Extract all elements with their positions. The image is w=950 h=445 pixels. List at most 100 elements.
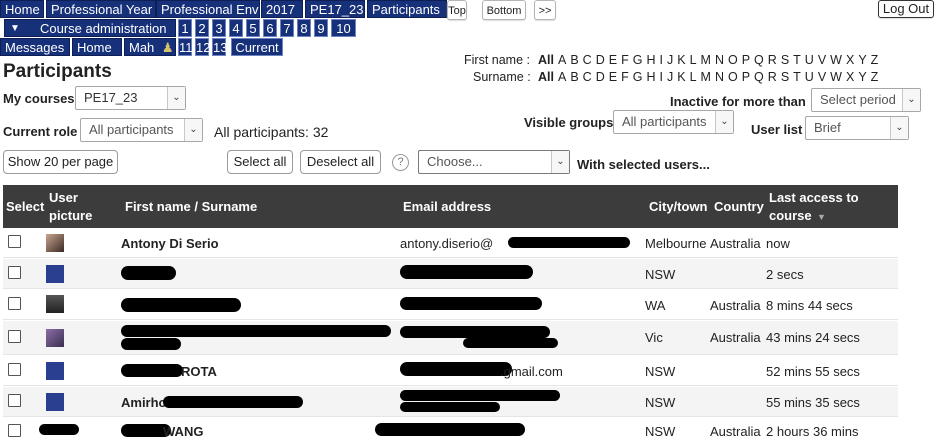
alphabet-letter-x[interactable]: X (846, 53, 854, 67)
alphabet-letter-l[interactable]: L (690, 53, 697, 67)
inactive-period-select[interactable]: Select period ⌄ (811, 88, 921, 112)
alphabet-letter-u[interactable]: U (805, 70, 814, 84)
row-checkbox[interactable] (8, 424, 21, 437)
col-country[interactable]: Country (714, 198, 764, 215)
alphabet-letter-u[interactable]: U (805, 53, 814, 67)
user-email[interactable]: .gmail.com (500, 364, 563, 379)
user-avatar[interactable] (46, 329, 64, 347)
course-num-3[interactable]: 3 (212, 19, 226, 37)
alphabet-letter-h[interactable]: H (646, 53, 655, 67)
show-per-page-button[interactable]: Show 20 per page (3, 150, 118, 174)
alphabet-letter-g[interactable]: G (633, 53, 643, 67)
col-last-access-2[interactable]: course (769, 207, 812, 224)
alphabet-letter-f[interactable]: F (621, 53, 629, 67)
user-avatar[interactable] (46, 393, 64, 411)
mah-link[interactable]: Mah ♟ (124, 38, 176, 56)
alphabet-letter-z[interactable]: Z (871, 70, 879, 84)
breadcrumb-pe17-23[interactable]: PE17_23 (305, 0, 365, 18)
top-button[interactable]: Top (447, 0, 467, 20)
user-name[interactable]: WANG (163, 424, 203, 439)
alphabet-letter-k[interactable]: K (677, 70, 685, 84)
alphabet-letter-v[interactable]: V (818, 70, 826, 84)
current-role-select[interactable]: All participants ⌄ (80, 118, 203, 142)
question-circle-icon[interactable]: ? (392, 154, 409, 171)
alphabet-letter-r[interactable]: R (768, 53, 777, 67)
bottom-button[interactable]: Bottom (482, 0, 526, 20)
alphabet-letter-n[interactable]: N (715, 70, 724, 84)
alphabet-letter-y[interactable]: Y (858, 53, 866, 67)
alphabet-letter-a[interactable]: A (558, 53, 566, 67)
home-link[interactable]: Home (72, 38, 122, 56)
alphabet-letter-i[interactable]: I (659, 53, 662, 67)
breadcrumb-professional-envi[interactable]: Professional Envi (156, 0, 260, 18)
alphabet-letter-t[interactable]: T (793, 53, 801, 67)
alphabet-letter-all[interactable]: All (538, 70, 554, 84)
alphabet-letter-q[interactable]: Q (754, 70, 764, 84)
course-num-11[interactable]: 11 (178, 38, 193, 56)
alphabet-letter-t[interactable]: T (793, 70, 801, 84)
alphabet-letter-f[interactable]: F (621, 70, 629, 84)
logout-button[interactable]: Log Out (878, 0, 934, 18)
alphabet-letter-n[interactable]: N (715, 53, 724, 67)
alphabet-letter-all[interactable]: All (538, 53, 554, 67)
course-num-4[interactable]: 4 (229, 19, 243, 37)
alphabet-letter-e[interactable]: E (609, 70, 617, 84)
user-name[interactable]: Amirho (121, 395, 167, 410)
current-link[interactable]: Current (231, 38, 283, 56)
course-num-10[interactable]: 10 (331, 19, 356, 37)
alphabet-letter-d[interactable]: D (596, 53, 605, 67)
alphabet-letter-h[interactable]: H (646, 70, 655, 84)
col-city[interactable]: City/town (649, 198, 708, 215)
breadcrumb-2017[interactable]: 2017 (261, 0, 303, 18)
alphabet-letter-a[interactable]: A (558, 70, 566, 84)
alphabet-letter-g[interactable]: G (633, 70, 643, 84)
alphabet-letter-m[interactable]: M (701, 53, 711, 67)
course-admin-menu[interactable]: ▼ Course administration (4, 19, 176, 37)
course-num-8[interactable]: 8 (297, 19, 311, 37)
alphabet-letter-b[interactable]: B (570, 70, 578, 84)
alphabet-letter-w[interactable]: W (830, 53, 842, 67)
alphabet-letter-p[interactable]: P (742, 70, 750, 84)
course-num-1[interactable]: 1 (178, 19, 192, 37)
alphabet-letter-y[interactable]: Y (858, 70, 866, 84)
bulk-action-select[interactable]: Choose... ⌄ (418, 150, 570, 174)
alphabet-letter-j[interactable]: J (667, 53, 673, 67)
user-avatar[interactable] (46, 295, 64, 313)
alphabet-letter-s[interactable]: S (781, 70, 789, 84)
alphabet-letter-p[interactable]: P (742, 53, 750, 67)
user-list-select[interactable]: Brief ⌄ (805, 116, 909, 140)
row-checkbox[interactable] (8, 235, 21, 248)
user-name[interactable]: ROTA (181, 364, 217, 379)
alphabet-letter-j[interactable]: J (667, 70, 673, 84)
user-avatar[interactable] (46, 362, 64, 380)
alphabet-letter-m[interactable]: M (701, 70, 711, 84)
alphabet-letter-c[interactable]: C (583, 70, 592, 84)
alphabet-letter-q[interactable]: Q (754, 53, 764, 67)
course-num-5[interactable]: 5 (246, 19, 260, 37)
alphabet-letter-o[interactable]: O (728, 53, 738, 67)
course-num-9[interactable]: 9 (314, 19, 328, 37)
my-courses-select[interactable]: PE17_23 ⌄ (75, 86, 186, 110)
breadcrumb-participants[interactable]: Participants (367, 0, 447, 18)
alphabet-letter-r[interactable]: R (768, 70, 777, 84)
next-button[interactable]: >> (534, 0, 556, 20)
alphabet-letter-d[interactable]: D (596, 70, 605, 84)
user-name[interactable]: Antony Di Serio (121, 236, 219, 251)
deselect-all-button[interactable]: Deselect all (300, 150, 381, 174)
user-avatar[interactable] (46, 234, 64, 252)
alphabet-letter-i[interactable]: I (659, 70, 662, 84)
visible-groups-select[interactable]: All participants ⌄ (613, 110, 734, 134)
breadcrumb-professional-year[interactable]: Professional Year (46, 0, 156, 18)
alphabet-letter-o[interactable]: O (728, 70, 738, 84)
row-checkbox[interactable] (8, 266, 21, 279)
col-name[interactable]: First name / Surname (125, 198, 257, 215)
alphabet-letter-z[interactable]: Z (871, 53, 879, 67)
select-all-button[interactable]: Select all (227, 150, 293, 174)
user-email[interactable]: antony.diserio@ (400, 236, 493, 251)
alphabet-letter-v[interactable]: V (818, 53, 826, 67)
alphabet-letter-k[interactable]: K (677, 53, 685, 67)
alphabet-letter-l[interactable]: L (690, 70, 697, 84)
messages-link[interactable]: Messages (0, 38, 70, 56)
breadcrumb-home[interactable]: Home (0, 0, 44, 18)
alphabet-letter-w[interactable]: W (830, 70, 842, 84)
